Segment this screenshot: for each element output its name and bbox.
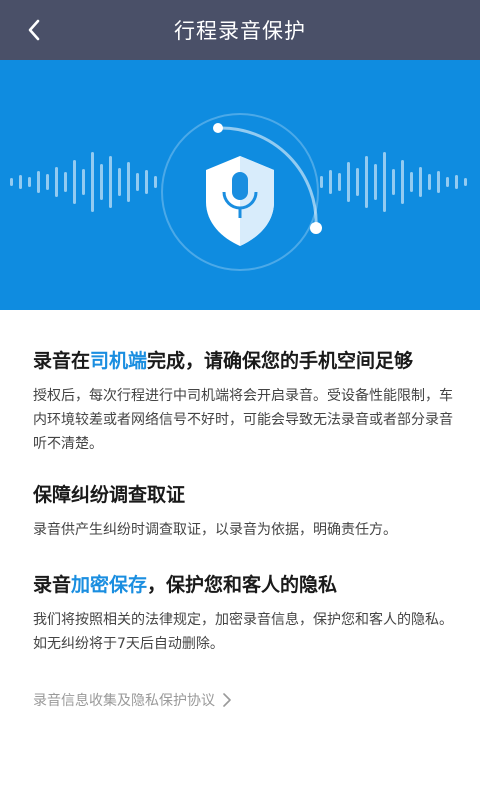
sound-wave-left: [10, 152, 157, 212]
sound-wave-bar: [154, 176, 157, 188]
sound-wave-bar: [73, 160, 76, 204]
title-bar: 行程录音保护: [0, 0, 480, 60]
sound-wave-bar: [64, 172, 67, 192]
sound-wave-bar: [145, 170, 148, 194]
sound-wave-bar: [338, 173, 341, 191]
privacy-agreement-link[interactable]: 录音信息收集及隐私保护协议: [33, 690, 231, 710]
hero-banner: [0, 60, 480, 310]
sound-wave-bar: [91, 152, 94, 212]
page-title: 行程录音保护: [174, 19, 306, 43]
section-body: 录音供产生纠纷时调查取证，以录音为依据，明确责任方。: [33, 522, 397, 538]
sound-wave-bar: [109, 156, 112, 208]
sound-wave-bar: [136, 173, 139, 191]
agreement-label: 录音信息收集及隐私保护协议: [33, 693, 215, 709]
sound-wave-bar: [347, 162, 350, 202]
arc-dot-top: [213, 123, 223, 133]
sound-wave-bar: [127, 162, 130, 202]
sound-wave-bar: [55, 167, 58, 197]
sound-wave-bar: [437, 171, 440, 193]
section-title: 录音在司机端完成，请确保您的手机空间足够: [33, 350, 414, 372]
sound-wave-bar: [329, 170, 332, 194]
back-button[interactable]: [18, 14, 50, 46]
section-title: 录音加密保存，保护您和客人的隐私: [33, 574, 338, 596]
sound-wave-bar: [100, 164, 103, 200]
arc-dot-bottom: [310, 222, 322, 234]
chevron-left-icon: [28, 19, 40, 41]
sound-wave-bar: [410, 172, 413, 192]
sound-wave-bar: [37, 171, 40, 193]
sound-wave-bar: [374, 164, 377, 200]
sound-wave-bar: [46, 174, 49, 190]
sound-wave-bar: [464, 178, 467, 186]
sound-wave-bar: [401, 160, 404, 204]
sound-wave-bar: [428, 174, 431, 190]
sound-wave-bar: [383, 152, 386, 212]
sound-wave-bar: [28, 177, 31, 187]
sound-wave-bar: [19, 175, 22, 189]
hero-illustration: [10, 113, 467, 271]
chevron-right-icon: [223, 693, 231, 707]
section-recording-on-driver: 录音在司机端完成，请确保您的手机空间足够 授权后，每次行程进行中司机端将会开启录…: [33, 348, 453, 456]
sound-wave-bar: [419, 167, 422, 197]
sound-wave-bar: [118, 168, 121, 196]
sound-wave-bar: [446, 177, 449, 187]
sound-wave-bar: [392, 169, 395, 195]
section-encrypted-storage: 录音加密保存，保护您和客人的隐私 我们将按照相关的法律规定，加密录音信息，保护您…: [33, 572, 453, 656]
sound-wave-bar: [356, 168, 359, 196]
sound-wave-bar: [82, 169, 85, 195]
sound-wave-bar: [455, 175, 458, 189]
section-dispute-evidence: 保障纠纷调查取证 录音供产生纠纷时调查取证，以录音为依据，明确责任方。: [33, 482, 453, 542]
sound-wave-bar: [365, 156, 368, 208]
section-title: 保障纠纷调查取证: [33, 484, 186, 506]
sound-wave-bar: [320, 176, 323, 188]
sound-wave-right: [320, 152, 467, 212]
section-body: 授权后，每次行程进行中司机端将会开启录音。受设备性能限制，车内环境较差或者网络信…: [33, 388, 453, 452]
section-body: 我们将按照相关的法律规定，加密录音信息，保护您和客人的隐私。如无纠纷将于7天后自…: [33, 612, 453, 652]
sound-wave-bar: [10, 178, 13, 186]
shield-microphone-icon: [206, 156, 274, 246]
